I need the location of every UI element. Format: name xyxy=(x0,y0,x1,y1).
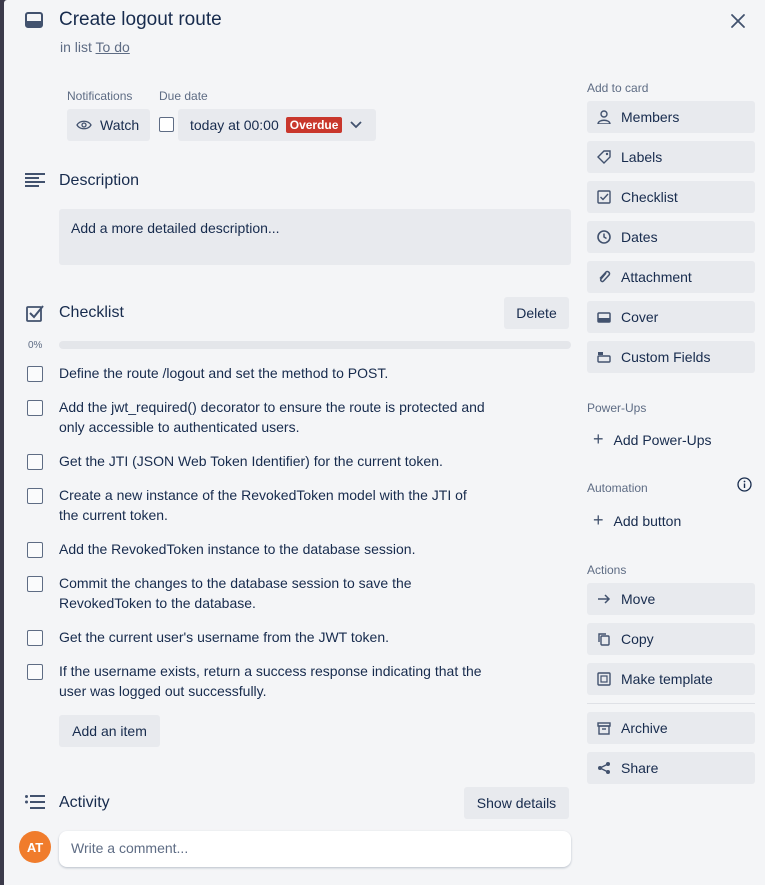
add-button-button[interactable]: + Add button xyxy=(593,510,681,531)
sidebar.add_to_card-labels-button[interactable]: Labels xyxy=(587,141,755,173)
description-title: Description xyxy=(59,172,140,189)
sidebar-button-label: Cover xyxy=(621,309,659,325)
delete-label: Delete xyxy=(516,305,557,321)
add-powerups-button[interactable]: + Add Power-Ups xyxy=(593,429,712,450)
custom-fields-icon xyxy=(597,350,611,364)
clock-icon xyxy=(597,230,611,244)
checklist-item-text[interactable]: Create a new instance of the RevokedToke… xyxy=(59,485,489,525)
checklist-item-checkbox[interactable] xyxy=(27,454,43,470)
checklist-item-text[interactable]: If the username exists, return a success… xyxy=(59,661,489,701)
eye-icon xyxy=(76,120,92,130)
sidebar-button-label: Archive xyxy=(621,720,668,736)
show-details-button[interactable]: Show details xyxy=(464,787,569,819)
checklist-item-checkbox[interactable] xyxy=(27,400,43,416)
close-icon[interactable] xyxy=(728,11,748,31)
checklist-item-checkbox[interactable] xyxy=(27,542,43,558)
add-powerups-label: Add Power-Ups xyxy=(613,431,712,448)
share-icon xyxy=(597,761,611,775)
avatar[interactable]: AT xyxy=(19,831,51,863)
plus-icon: + xyxy=(593,429,604,449)
copy-icon xyxy=(597,632,611,646)
sidebar.actions-archive-button[interactable]: Archive xyxy=(587,712,755,744)
checklist-item-text[interactable]: Define the route /logout and set the met… xyxy=(59,363,489,383)
checklist-progress-bar xyxy=(59,341,571,349)
actions-label: Actions xyxy=(587,563,627,577)
sidebar.actions-share-button[interactable]: Share xyxy=(587,752,755,784)
watch-label: Watch xyxy=(100,117,140,133)
actions-divider xyxy=(587,703,755,704)
sidebar-button-label: Share xyxy=(621,760,659,776)
tag-icon xyxy=(597,150,611,164)
list-location: in list To do xyxy=(60,39,130,55)
template-icon xyxy=(597,672,611,686)
add-item-button[interactable]: Add an item xyxy=(59,715,160,747)
info-icon[interactable] xyxy=(737,477,752,492)
paperclip-icon xyxy=(597,270,611,284)
checklist-item-checkbox[interactable] xyxy=(27,664,43,680)
checklist-icon xyxy=(26,305,44,322)
checklist-title: Checklist xyxy=(59,304,124,321)
checklist-item-checkbox[interactable] xyxy=(27,488,43,504)
sidebar-button-label: Copy xyxy=(621,631,654,647)
sidebar-button-label: Move xyxy=(621,591,656,607)
delete-checklist-button[interactable]: Delete xyxy=(504,297,569,329)
sidebar.add_to_card-checklist-button[interactable]: Checklist xyxy=(587,181,755,213)
sidebar-button-label: Dates xyxy=(621,229,658,245)
overdue-badge: Overdue xyxy=(285,117,343,133)
card-icon xyxy=(25,12,43,28)
checklist-item-checkbox[interactable] xyxy=(27,366,43,382)
checklist-item-text[interactable]: Commit the changes to the database sessi… xyxy=(59,573,489,613)
notifications-label: Notifications xyxy=(67,89,133,103)
checkbox-icon xyxy=(597,190,611,204)
card-detail-modal: Create logout route in list To do Notifi… xyxy=(4,0,765,885)
checklist-item-checkbox[interactable] xyxy=(27,630,43,646)
sidebar.actions-copy-button[interactable]: Copy xyxy=(587,623,755,655)
archive-icon xyxy=(597,721,611,735)
arrow-right-icon xyxy=(597,592,611,606)
due-value: today at 00:00 xyxy=(190,117,279,133)
checklist-item-checkbox[interactable] xyxy=(27,576,43,592)
powerups-label: Power-Ups xyxy=(587,401,647,415)
description-icon xyxy=(25,173,45,187)
sidebar-button-label: Custom Fields xyxy=(621,349,711,365)
checklist-progress-percent: 0% xyxy=(28,340,43,351)
activity-title: Activity xyxy=(59,794,110,811)
sidebar.actions-make-template-button[interactable]: Make template xyxy=(587,663,755,695)
person-icon xyxy=(597,110,611,124)
sidebar.add_to_card-dates-button[interactable]: Dates xyxy=(587,221,755,253)
card-title[interactable]: Create logout route xyxy=(59,9,222,31)
description-input[interactable]: Add a more detailed description... xyxy=(59,209,571,265)
watch-button[interactable]: Watch xyxy=(67,109,150,141)
sidebar-button-label: Labels xyxy=(621,149,663,165)
chevron-down-icon xyxy=(350,121,363,129)
show-details-label: Show details xyxy=(476,795,557,811)
automation-label: Automation xyxy=(587,481,648,495)
sidebar.add_to_card-custom-fields-button[interactable]: Custom Fields xyxy=(587,341,755,373)
list-link[interactable]: To do xyxy=(96,39,130,55)
sidebar-button-label: Checklist xyxy=(621,189,678,205)
plus-icon: + xyxy=(593,510,604,530)
add-item-label: Add an item xyxy=(72,723,147,739)
checklist-item-text[interactable]: Get the JTI (JSON Web Token Identifier) … xyxy=(59,451,489,471)
checklist-item-text[interactable]: Add the jwt_required() decorator to ensu… xyxy=(59,397,489,437)
add-to-card-label: Add to card xyxy=(587,81,649,95)
sidebar-button-label: Make template xyxy=(621,671,713,687)
comment-input[interactable]: Write a comment... xyxy=(59,831,571,867)
due-date-button[interactable]: today at 00:00 Overdue xyxy=(178,109,376,141)
due-complete-checkbox[interactable] xyxy=(159,117,174,132)
sidebar.add_to_card-members-button[interactable]: Members xyxy=(587,101,755,133)
sidebar.actions-move-button[interactable]: Move xyxy=(587,583,755,615)
sidebar-button-label: Members xyxy=(621,109,680,125)
sidebar.add_to_card-cover-button[interactable]: Cover xyxy=(587,301,755,333)
sidebar.add_to_card-attachment-button[interactable]: Attachment xyxy=(587,261,755,293)
cover-icon xyxy=(597,310,611,324)
in-list-prefix: in list xyxy=(60,39,92,55)
checklist-item-text[interactable]: Get the current user's username from the… xyxy=(59,627,489,647)
activity-icon xyxy=(25,795,45,809)
due-date-label: Due date xyxy=(159,89,208,103)
checklist-item-text[interactable]: Add the RevokedToken instance to the dat… xyxy=(59,539,489,559)
add-button-label: Add button xyxy=(613,512,682,529)
sidebar-button-label: Attachment xyxy=(621,269,692,285)
